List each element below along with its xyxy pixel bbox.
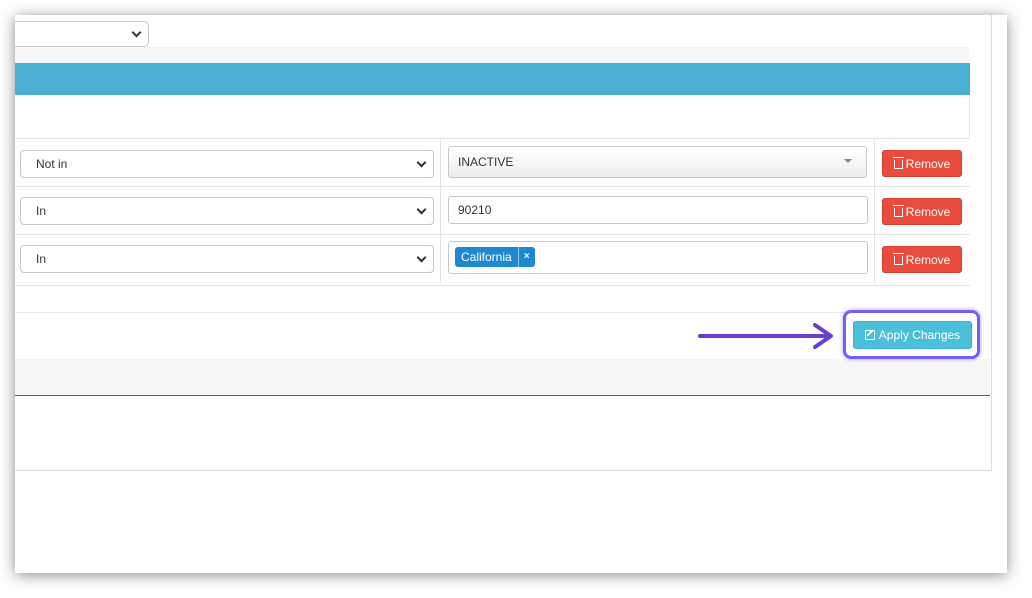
column-divider [440, 187, 441, 234]
tag-chip: California × [455, 247, 535, 267]
trash-icon [892, 157, 904, 169]
top-select[interactable] [15, 21, 149, 47]
remove-button-label: Remove [905, 204, 951, 219]
apply-changes-label: Apply Changes [878, 328, 961, 342]
remove-button-label: Remove [905, 252, 951, 267]
value-dropdown[interactable]: INACTIVE [448, 146, 867, 178]
table-row: In 90210 Remove [15, 187, 970, 235]
remove-button[interactable]: Remove [882, 150, 962, 177]
value-input[interactable]: 90210 [448, 196, 868, 224]
divider-line [15, 395, 990, 396]
column-divider [440, 139, 441, 186]
filter-table: Not in INACTIVE Remove In 90210 Remove I… [15, 138, 970, 286]
column-divider [440, 235, 441, 283]
caret-down-icon [844, 159, 852, 163]
column-divider [874, 235, 875, 283]
panel-header-bar [15, 63, 970, 95]
trash-icon [892, 253, 904, 265]
panel-footer-band [15, 359, 990, 395]
column-divider [874, 187, 875, 234]
operator-select[interactable]: In [20, 245, 434, 273]
chevron-down-icon [416, 252, 427, 263]
column-divider [874, 139, 875, 186]
remove-button[interactable]: Remove [882, 198, 962, 225]
screenshot-window: Not in INACTIVE Remove In 90210 Remove I… [15, 15, 1007, 573]
edit-icon [864, 330, 875, 340]
operator-value: Not in [36, 157, 68, 171]
value-dropdown-selected: INACTIVE [458, 155, 514, 169]
value-tag-input[interactable]: California × [448, 241, 868, 274]
apply-changes-button[interactable]: Apply Changes [853, 321, 972, 349]
value-input-text: 90210 [458, 203, 492, 217]
remove-button-label: Remove [905, 156, 951, 171]
table-row: Not in INACTIVE Remove [15, 139, 970, 187]
chevron-down-icon [131, 27, 142, 38]
close-icon[interactable]: × [517, 247, 535, 267]
operator-select[interactable]: Not in [20, 150, 434, 178]
panel-spacer [15, 47, 969, 63]
chevron-down-icon [416, 204, 427, 215]
annotation-arrow-icon [698, 323, 833, 349]
panel-subheader [15, 95, 970, 138]
remove-button[interactable]: Remove [882, 246, 962, 273]
trash-icon [892, 205, 904, 217]
chevron-down-icon [416, 157, 427, 168]
filter-panel: Not in INACTIVE Remove In 90210 Remove I… [15, 15, 992, 471]
tag-label: California [461, 250, 512, 264]
operator-value: In [36, 204, 47, 218]
operator-value: In [36, 252, 47, 266]
table-row: In California × Remove [15, 235, 970, 283]
operator-select[interactable]: In [20, 197, 434, 225]
